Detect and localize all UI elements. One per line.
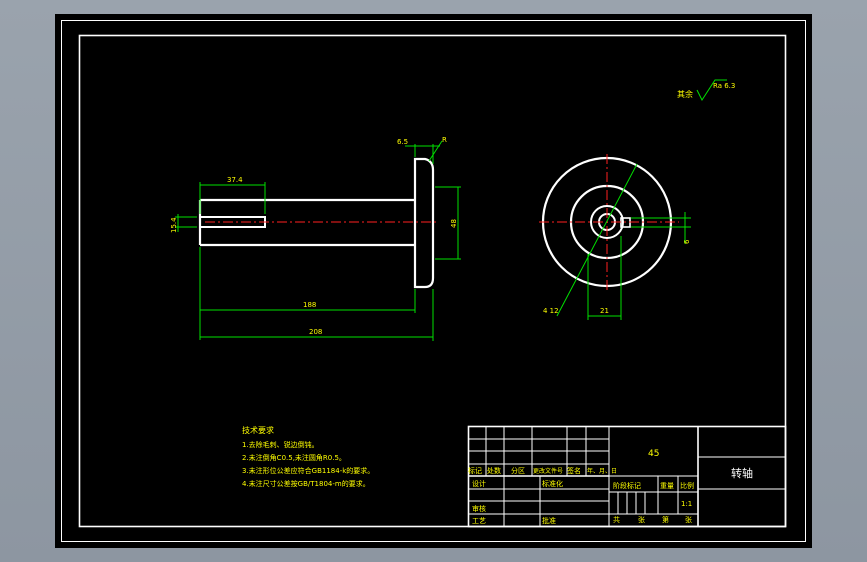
- dim-slot-length: 37.4: [199, 176, 266, 214]
- svg-text:年、月、日: 年、月、日: [587, 467, 617, 475]
- tech-title: 技术要求: [242, 425, 274, 435]
- svg-text:标记: 标记: [468, 466, 482, 475]
- svg-text:签名: 签名: [567, 466, 581, 475]
- svg-text:张: 张: [685, 515, 692, 524]
- roughness-value: Ra 6.3: [713, 82, 735, 90]
- svg-text:37.4: 37.4: [227, 176, 243, 184]
- tech-line-3: 3.未注形位公差应符合GB1184-k的要求。: [242, 466, 374, 475]
- dim-shaft-length: 188: [199, 247, 416, 340]
- tb-stage-mark: 阶段标记: [613, 481, 641, 490]
- tech-line-4: 4.未注尺寸公差按GB/T1804-m的要求。: [242, 479, 370, 488]
- flange-outline: [413, 157, 435, 289]
- svg-text:208: 208: [309, 328, 322, 336]
- tb-weight: 重量: [660, 482, 674, 490]
- dim-slot-width: 15.4: [170, 214, 197, 233]
- roughness-symbol: 其余 Ra 6.3: [677, 79, 735, 102]
- svg-text:更改文件号: 更改文件号: [533, 467, 563, 475]
- tb-design: 设计: [472, 479, 486, 488]
- dim-keyway: 6: [683, 239, 691, 244]
- tech-requirements: 技术要求 1.去除毛刺、锐边倒钝。 2.未注倒角C0.5,未注圆角R0.5。 3…: [242, 425, 374, 488]
- drawing-canvas: 其余 Ra 6.3 37.4 15.4 6.5 R 48 188 208 4 1…: [61, 20, 806, 542]
- svg-text:共: 共: [613, 515, 620, 524]
- svg-text:188: 188: [303, 301, 316, 309]
- tb-standardize: 标准化: [542, 479, 563, 488]
- tb-review: 审核: [472, 504, 486, 513]
- dim-total-length: 208: [200, 289, 434, 341]
- svg-text:R: R: [442, 136, 447, 144]
- tech-line-1: 1.去除毛刺、锐边倒钝。: [242, 440, 319, 449]
- tb-part-name: 转轴: [731, 466, 753, 480]
- svg-text:15.4: 15.4: [170, 217, 178, 233]
- dim-circle-left: 4 12: [543, 307, 559, 315]
- svg-text:处数: 处数: [487, 466, 501, 475]
- svg-text:第: 第: [662, 515, 669, 524]
- svg-text:6.5: 6.5: [397, 138, 408, 146]
- svg-text:张: 张: [638, 515, 645, 524]
- tb-approve: 批准: [542, 516, 556, 525]
- dim-flange-dia: 48: [435, 186, 461, 260]
- tb-material: 45: [648, 449, 659, 459]
- tech-line-2: 2.未注倒角C0.5,未注圆角R0.5。: [242, 453, 346, 462]
- dim-circle-bottom: 21: [600, 307, 609, 315]
- svg-text:分区: 分区: [511, 466, 525, 475]
- tb-scale-value: 1:1: [681, 500, 692, 508]
- roughness-label: 其余: [677, 89, 693, 99]
- tb-scale-label: 比例: [680, 481, 694, 490]
- side-view: 37.4 15.4 6.5 R 48 188 208: [170, 136, 461, 341]
- title-block: 标记 处数 分区 更改文件号 签名 年、月、日 设计 标准化 审核 工艺 批准 …: [467, 425, 787, 528]
- front-view: 4 12 21 6: [539, 154, 691, 320]
- cad-drawing-sheet: 其余 Ra 6.3 37.4 15.4 6.5 R 48 188 208 4 1…: [55, 14, 812, 548]
- svg-text:48: 48: [450, 219, 458, 228]
- tb-process: 工艺: [472, 517, 486, 525]
